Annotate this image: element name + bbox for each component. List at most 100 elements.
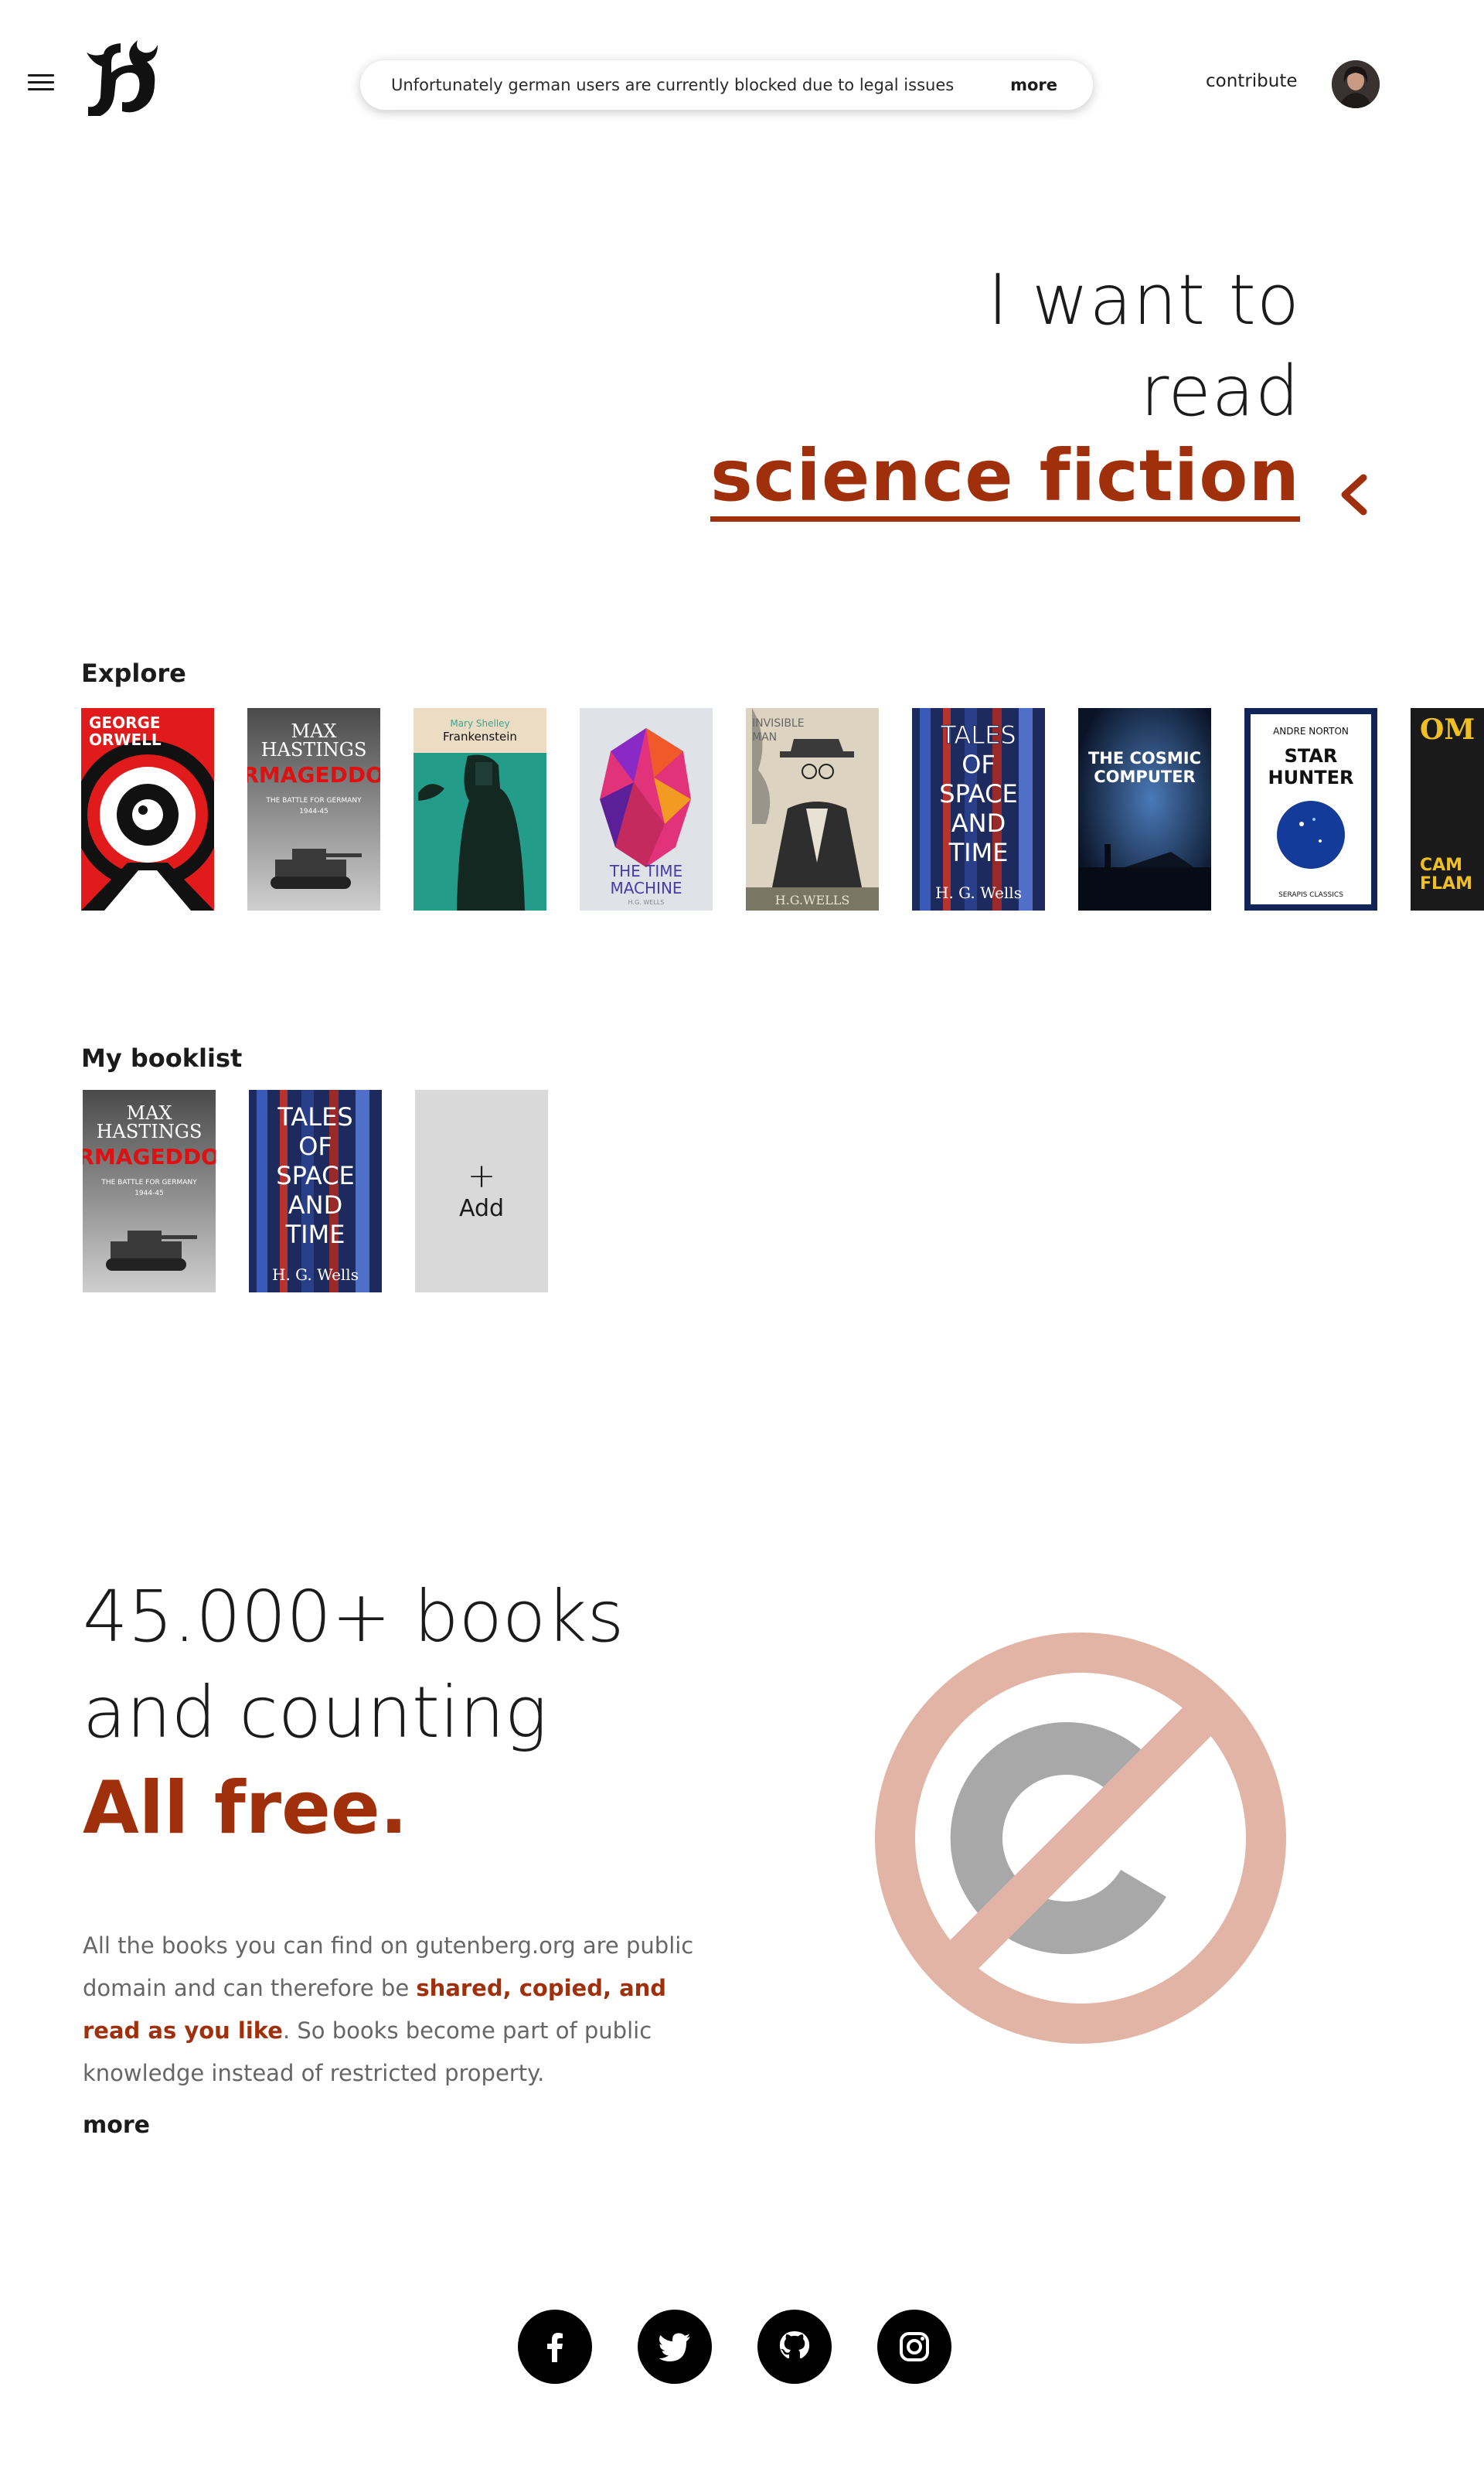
cover-text: Frankenstein <box>443 730 517 744</box>
hero-heading: I want to read science fiction <box>710 255 1300 522</box>
cover-text: INVISIBLE <box>752 717 805 730</box>
cover-text: AND <box>288 1190 342 1220</box>
book-cover-art: TALES OF SPACE AND TIME H. G. Wells <box>249 1090 382 1292</box>
cover-text: ORWELL <box>89 730 162 749</box>
cover-text: TIME <box>285 1220 345 1249</box>
github-icon <box>779 2331 810 2359</box>
book-cover[interactable]: INVISIBLE MAN H.G.WELLS <box>746 708 879 911</box>
cover-text: HASTINGS <box>97 1121 203 1142</box>
public-domain-description: All the books you can find on gutenberg.… <box>83 1925 716 2095</box>
cover-text: THE COSMIC <box>1088 749 1201 768</box>
chevron-left-icon <box>1341 474 1367 516</box>
facebook-button[interactable] <box>518 2310 592 2384</box>
cover-text: SERAPIS CLASSICS <box>1278 891 1343 899</box>
booklist-book-cover[interactable]: TALES OF SPACE AND TIME H. G. Wells <box>249 1090 382 1292</box>
legal-notice-banner: Unfortunately german users are currently… <box>360 60 1093 110</box>
add-book-button[interactable]: + Add <box>415 1090 548 1292</box>
instagram-button[interactable] <box>877 2310 951 2384</box>
cover-text: MACHINE <box>610 879 682 897</box>
cover-text: H.G. WELLS <box>628 899 665 906</box>
book-cover-art: MAX HASTINGS ARMAGEDDON THE BATTLE FOR G… <box>247 708 380 911</box>
plus-icon: + <box>467 1156 496 1196</box>
cover-text: CAM <box>1420 856 1462 875</box>
no-copyright-icon <box>875 1633 1286 2044</box>
menu-bar <box>28 81 54 83</box>
book-cover-art: Mary Shelley Frankenstein <box>414 708 546 911</box>
cover-text: H. G. Wells <box>272 1265 359 1284</box>
stats-heading: 45.000+ books and counting All free. <box>83 1569 624 1857</box>
cover-text: TIME <box>948 838 1009 867</box>
book-cover[interactable]: ANDRE NORTON STAR HUNTER SERAPIS CLASSIC… <box>1244 708 1377 911</box>
twitter-button[interactable] <box>638 2310 712 2384</box>
stats-count: 45.000+ books <box>83 1575 625 1658</box>
cover-text: ARMAGEDDON <box>83 1144 216 1170</box>
user-avatar[interactable] <box>1332 60 1380 108</box>
booklist-book-cover[interactable]: MAX HASTINGS ARMAGEDDON THE BATTLE FOR G… <box>83 1090 216 1292</box>
cover-text: MAN <box>752 731 777 744</box>
cover-text: FLAM <box>1420 874 1472 894</box>
cover-text: STAR <box>1285 745 1338 767</box>
cover-text: H. G. Wells <box>935 884 1022 902</box>
cover-text: THE BATTLE FOR GERMANY <box>100 1179 197 1187</box>
cover-text: THE BATTLE FOR GERMANY <box>265 797 362 805</box>
github-button[interactable] <box>757 2310 832 2384</box>
hero-line-1: I want to <box>987 260 1300 341</box>
public-domain-icon <box>872 1629 1289 2047</box>
menu-button[interactable] <box>28 74 54 91</box>
menu-bar <box>28 88 54 90</box>
more-link[interactable]: more <box>83 2112 150 2139</box>
instagram-icon <box>900 2332 929 2361</box>
book-cover[interactable]: THE TIME MACHINE H.G. WELLS <box>580 708 713 911</box>
booklist-row: MAX HASTINGS ARMAGEDDON THE BATTLE FOR G… <box>0 1090 1484 1292</box>
genre-selector[interactable]: science fiction <box>710 437 1300 522</box>
facebook-icon <box>547 2333 563 2362</box>
book-cover-art: OM CAM FLAM <box>1411 708 1484 911</box>
book-cover-art: ANDRE NORTON STAR HUNTER SERAPIS CLASSIC… <box>1244 708 1377 911</box>
explore-book-row: GEORGE ORWELL MAX HASTINGS ARMAGEDDON TH… <box>0 708 1484 911</box>
cover-text: 1944-45 <box>134 1190 164 1197</box>
twitter-icon <box>659 2333 690 2361</box>
genre-prev-button[interactable] <box>1336 472 1371 518</box>
site-logo[interactable] <box>77 36 164 122</box>
book-cover[interactable]: THE COSMIC COMPUTER <box>1078 708 1211 911</box>
cover-text: HUNTER <box>1268 767 1354 788</box>
cover-text: AND <box>951 809 1006 838</box>
cover-text: HASTINGS <box>261 739 367 761</box>
cover-text: SPACE <box>276 1161 354 1190</box>
stats-free: All free. <box>83 1766 408 1850</box>
book-cover-art: INVISIBLE MAN H.G.WELLS <box>746 708 879 911</box>
book-cover-art: GEORGE ORWELL <box>81 708 214 911</box>
cover-text: THE TIME <box>609 862 682 880</box>
cover-text: TALES <box>940 720 1016 750</box>
cover-text: OM <box>1420 713 1475 746</box>
contribute-link[interactable]: contribute <box>1206 71 1298 91</box>
legal-notice-more-link[interactable]: more <box>1010 76 1057 94</box>
cover-text: ARMAGEDDON <box>247 762 380 788</box>
avatar-portrait-icon <box>1332 60 1380 108</box>
cover-text: GEORGE <box>89 713 161 732</box>
cover-text: H.G.WELLS <box>775 893 850 907</box>
book-cover[interactable]: OM CAM FLAM <box>1411 708 1484 911</box>
cover-text: 1944-45 <box>299 808 328 815</box>
book-cover[interactable]: MAX HASTINGS ARMAGEDDON THE BATTLE FOR G… <box>247 708 380 911</box>
add-book-label: Add <box>458 1194 505 1222</box>
book-cover-art: MAX HASTINGS ARMAGEDDON THE BATTLE FOR G… <box>83 1090 216 1292</box>
cover-text: Mary Shelley <box>450 718 509 729</box>
hero-line-2: read <box>1140 351 1300 432</box>
stats-counting: and counting <box>83 1671 547 1754</box>
menu-bar <box>28 74 54 77</box>
book-cover-art: TALES OF SPACE AND TIME H. G. Wells <box>912 708 1045 911</box>
cover-text: OF <box>962 750 996 779</box>
cover-text: TALES <box>277 1102 352 1132</box>
legal-notice-text: Unfortunately german users are currently… <box>391 76 955 94</box>
cover-text: ANDRE NORTON <box>1273 726 1349 737</box>
book-cover-art: THE TIME MACHINE H.G. WELLS <box>580 708 713 911</box>
book-cover[interactable]: GEORGE ORWELL <box>81 708 214 911</box>
cover-text: COMPUTER <box>1094 768 1195 786</box>
cover-text: OF <box>298 1132 332 1161</box>
explore-title: Explore <box>81 659 186 688</box>
book-cover[interactable]: TALES OF SPACE AND TIME H. G. Wells <box>912 708 1045 911</box>
book-cover[interactable]: Mary Shelley Frankenstein <box>414 708 546 911</box>
gothic-g-logo-icon <box>87 40 158 116</box>
booklist-title: My booklist <box>81 1044 243 1073</box>
